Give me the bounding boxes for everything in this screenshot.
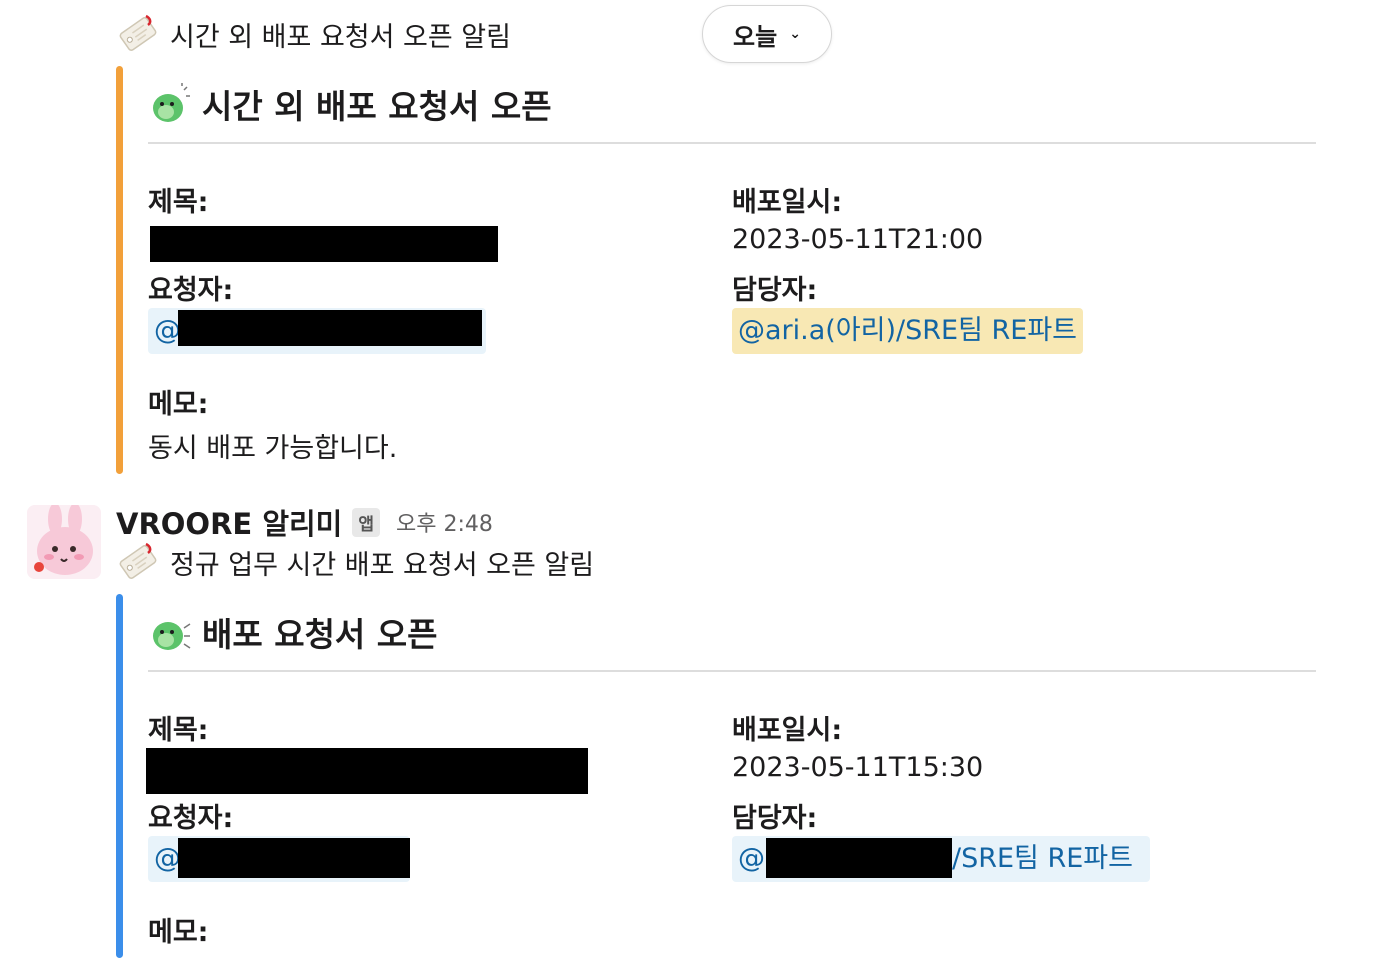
dino-mascot-icon [153, 622, 191, 650]
chevron-down-icon: ⌄ [789, 26, 801, 42]
day-divider-button[interactable]: 오늘 ⌄ [702, 5, 832, 63]
redacted-requester [178, 838, 410, 878]
attachment-header-text: 배포 요청서 오픈 [202, 615, 438, 654]
message-timestamp[interactable]: 오후 2:48 [396, 506, 493, 538]
message2-intro: 정규 업무 시간 배포 요청서 오픈 알림 [116, 540, 594, 584]
deploy-time-value: 2023-05-11T21:00 [732, 224, 984, 255]
deploy-time-value: 2023-05-11T15:30 [732, 752, 984, 783]
attachment-header: 시간 외 배포 요청서 오픈 [148, 76, 1316, 132]
attachment-header: 배포 요청서 오픈 [148, 604, 1316, 660]
sender-name[interactable]: VROORE 알리미 [116, 501, 342, 543]
attachment-after-hours: 시간 외 배포 요청서 오픈 제목: 요청자: @ 메모: 동시 배포 가능합니… [116, 66, 1326, 474]
assignee-mention-suffix: /SRE팀 RE파트 [952, 843, 1133, 874]
day-divider-label: 오늘 [733, 22, 778, 51]
tag-icon [119, 542, 157, 579]
redacted-title [146, 748, 588, 794]
assignee-mention-prefix: @ [738, 843, 765, 874]
attachment-accent-bar [116, 66, 123, 474]
message1-intro: 시간 외 배포 요청서 오픈 알림 [116, 12, 511, 56]
avatar[interactable] [27, 505, 101, 579]
attachment-accent-bar [116, 594, 123, 958]
requester-mention-prefix: @ [154, 315, 181, 346]
message1-intro-text: 시간 외 배포 요청서 오픈 알림 [170, 21, 511, 53]
attachment-regular-hours: 배포 요청서 오픈 제목: 요청자: @ 메모: 배포일시: 2023-05-1… [116, 594, 1326, 958]
dino-mascot-icon [153, 83, 190, 122]
message2-meta: VROORE 알리미 앱 오후 2:48 [116, 502, 493, 542]
assignee-label: 담당자: [732, 275, 818, 306]
redacted-assignee [766, 838, 952, 878]
redacted-requester [178, 310, 482, 346]
assignee-mention[interactable]: @ari.a(아리)/SRE팀 RE파트 [732, 308, 1084, 354]
redacted-title [150, 226, 498, 262]
memo-value: 동시 배포 가능합니다. [148, 433, 398, 464]
bunny-avatar-icon [27, 505, 101, 579]
deploy-time-label: 배포일시: [732, 187, 843, 218]
assignee-label: 담당자: [732, 803, 818, 834]
title-label: 제목: [148, 715, 209, 746]
requester-label: 요청자: [148, 803, 234, 834]
attachment-header-text: 시간 외 배포 요청서 오픈 [202, 87, 552, 126]
memo-label: 메모: [148, 917, 209, 948]
tag-icon [119, 14, 157, 51]
attachment-divider [148, 670, 1316, 672]
message2-intro-text: 정규 업무 시간 배포 요청서 오픈 알림 [170, 549, 595, 581]
requester-mention-prefix: @ [154, 843, 181, 874]
memo-label: 메모: [148, 389, 209, 420]
app-badge: 앱 [352, 507, 380, 537]
requester-label: 요청자: [148, 275, 234, 306]
deploy-time-label: 배포일시: [732, 715, 843, 746]
attachment-divider [148, 142, 1316, 144]
title-label: 제목: [148, 187, 209, 218]
